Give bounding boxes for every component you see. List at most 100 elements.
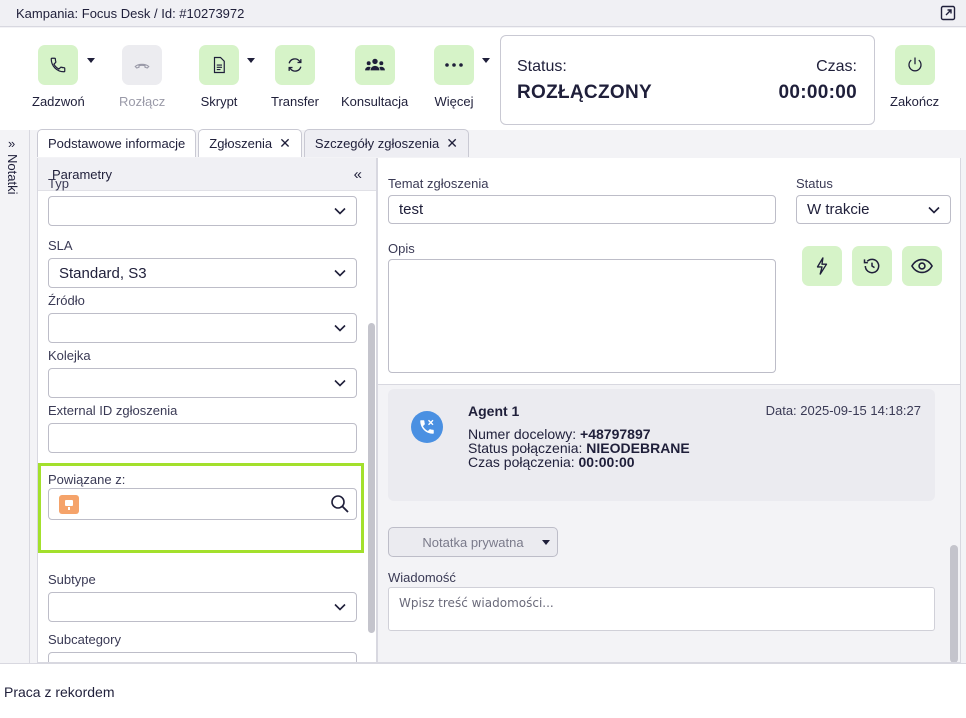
sla-select[interactable]: Standard, S3 [48,258,357,288]
tab-label: Szczegóły zgłoszenia [314,136,440,151]
message-placeholder: Wpisz treść wiadomości... [399,596,554,610]
call-label: Zadzwoń [32,94,85,109]
source-label: Źródło [48,293,85,308]
search-icon[interactable] [330,494,350,517]
call-dropdown-icon[interactable] [87,58,95,63]
footer-bar: Praca z rekordem [0,663,966,718]
end-label: Zakończ [890,94,940,109]
lightning-icon [816,257,828,275]
type-field: Typ [48,176,357,226]
notes-sidebar[interactable]: » Notatki [0,130,30,663]
history-button[interactable] [852,246,892,286]
tab-ticket-details[interactable]: Szczegóły zgłoszenia ✕ [303,129,469,157]
description-textarea[interactable] [388,259,776,373]
message-input[interactable]: Wpisz treść wiadomości... [388,587,935,631]
transfer-button[interactable]: Transfer [271,45,319,109]
history-icon [863,258,880,274]
connection-time: 00:00:00 [578,454,635,470]
parameters-scrollbar[interactable] [368,323,375,633]
note-type-dropdown[interactable]: Notatka prywatna [388,527,558,557]
activity-scrollbar[interactable] [950,545,958,662]
close-icon[interactable]: ✕ [279,135,291,152]
document-icon [199,45,239,85]
chevron-double-right-icon[interactable]: » [8,136,15,151]
campaign-title: Kampania: Focus Desk / Id: #10273972 [16,5,245,21]
transfer-label: Transfer [271,94,319,109]
source-select[interactable] [48,313,357,343]
subtype-label: Subtype [48,572,96,587]
subtype-field: Subtype [48,572,357,622]
connection-time-line: Czas połączenia: 00:00:00 [468,454,635,470]
subject-label: Temat zgłoszenia [388,176,489,191]
queue-field: Kolejka [48,348,357,398]
eye-icon [911,258,933,274]
tab-label: Zgłoszenia [209,136,273,151]
message-label: Wiadomość [388,570,456,585]
tab-basic-info[interactable]: Podstawowe informacje [37,129,197,157]
linked-label: Powiązane z: [48,472,126,487]
sla-field: SLA Standard, S3 [48,238,357,288]
type-select[interactable] [48,196,357,226]
chevron-down-icon [334,379,346,387]
end-button[interactable]: Zakończ [890,45,939,109]
subcategory-label: Subcategory [48,632,121,647]
script-button[interactable]: Skrypt [199,45,239,109]
external-id-input[interactable] [48,423,357,453]
chevron-down-icon [334,324,346,332]
script-label: Skrypt [200,94,238,109]
more-dots-icon [434,45,474,85]
chevron-down-icon [334,207,346,215]
subcategory-select[interactable] [48,652,357,662]
consult-button[interactable]: Konsultacja [341,45,408,109]
chevron-down-icon [334,603,346,611]
record-badge-icon [59,495,79,514]
status-label: Status: [517,58,567,75]
more-dropdown-icon[interactable] [482,58,490,63]
preview-button[interactable] [902,246,942,286]
external-id-field: External ID zgłoszenia [48,403,357,453]
hangup-button[interactable]: Rozłącz [119,45,165,109]
hangup-label: Rozłącz [119,94,166,109]
quick-action-button[interactable] [802,246,842,286]
call-toolbar: Zadzwoń Rozłącz Skrypt Transfer Konsulta… [0,28,966,130]
more-button[interactable]: Więcej [434,45,474,109]
subject-value: test [399,201,424,218]
queue-select[interactable] [48,368,357,398]
popout-icon[interactable] [940,5,956,21]
chevron-down-icon [334,269,346,277]
notes-label: Notatki [5,154,20,195]
call-history-card: Agent 1 Data: 2025-09-15 14:18:27 Numer … [388,389,935,501]
activity-area: Agent 1 Data: 2025-09-15 14:18:27 Numer … [378,384,960,662]
time-value: 00:00:00 [778,82,857,103]
more-label: Więcej [434,94,474,109]
external-id-label: External ID zgłoszenia [48,403,178,418]
subtype-select[interactable] [48,592,357,622]
description-label: Opis [388,241,415,256]
chevron-down-icon [928,206,940,214]
phone-call-icon [411,411,443,443]
phone-icon [38,45,79,85]
linked-search-input[interactable] [48,488,357,520]
script-dropdown-icon[interactable] [247,58,255,63]
power-icon [894,45,935,85]
subject-input[interactable]: test [388,195,776,224]
close-icon[interactable]: ✕ [446,135,458,152]
ticket-status-value: W trakcie [807,201,870,218]
call-button[interactable]: Zadzwoń [32,45,85,109]
footer-label: Praca z rekordem [4,684,115,700]
sla-label: SLA [48,238,73,253]
ticket-status-select[interactable]: W trakcie [796,195,951,224]
record-tabs: Podstawowe informacje Zgłoszenia ✕ Szcze… [37,129,471,157]
agent-name: Agent 1 [468,403,520,419]
tab-tickets[interactable]: Zgłoszenia ✕ [198,129,302,157]
ticket-details-panel: Temat zgłoszenia test Status W trakcie O… [377,158,961,663]
parameters-panel: Parametry « Typ SLA Standard, S3 Źródło … [37,158,377,663]
sla-value: Standard, S3 [59,264,147,282]
ticket-status-label: Status [796,176,833,191]
transfer-icon [274,45,315,85]
consult-label: Konsultacja [341,94,409,109]
group-icon [354,45,395,85]
tab-label: Podstawowe informacje [48,136,186,151]
call-status-panel: Status: ROZŁĄCZONY Czas: 00:00:00 [500,35,875,125]
note-type-label: Notatka prywatna [422,534,524,550]
